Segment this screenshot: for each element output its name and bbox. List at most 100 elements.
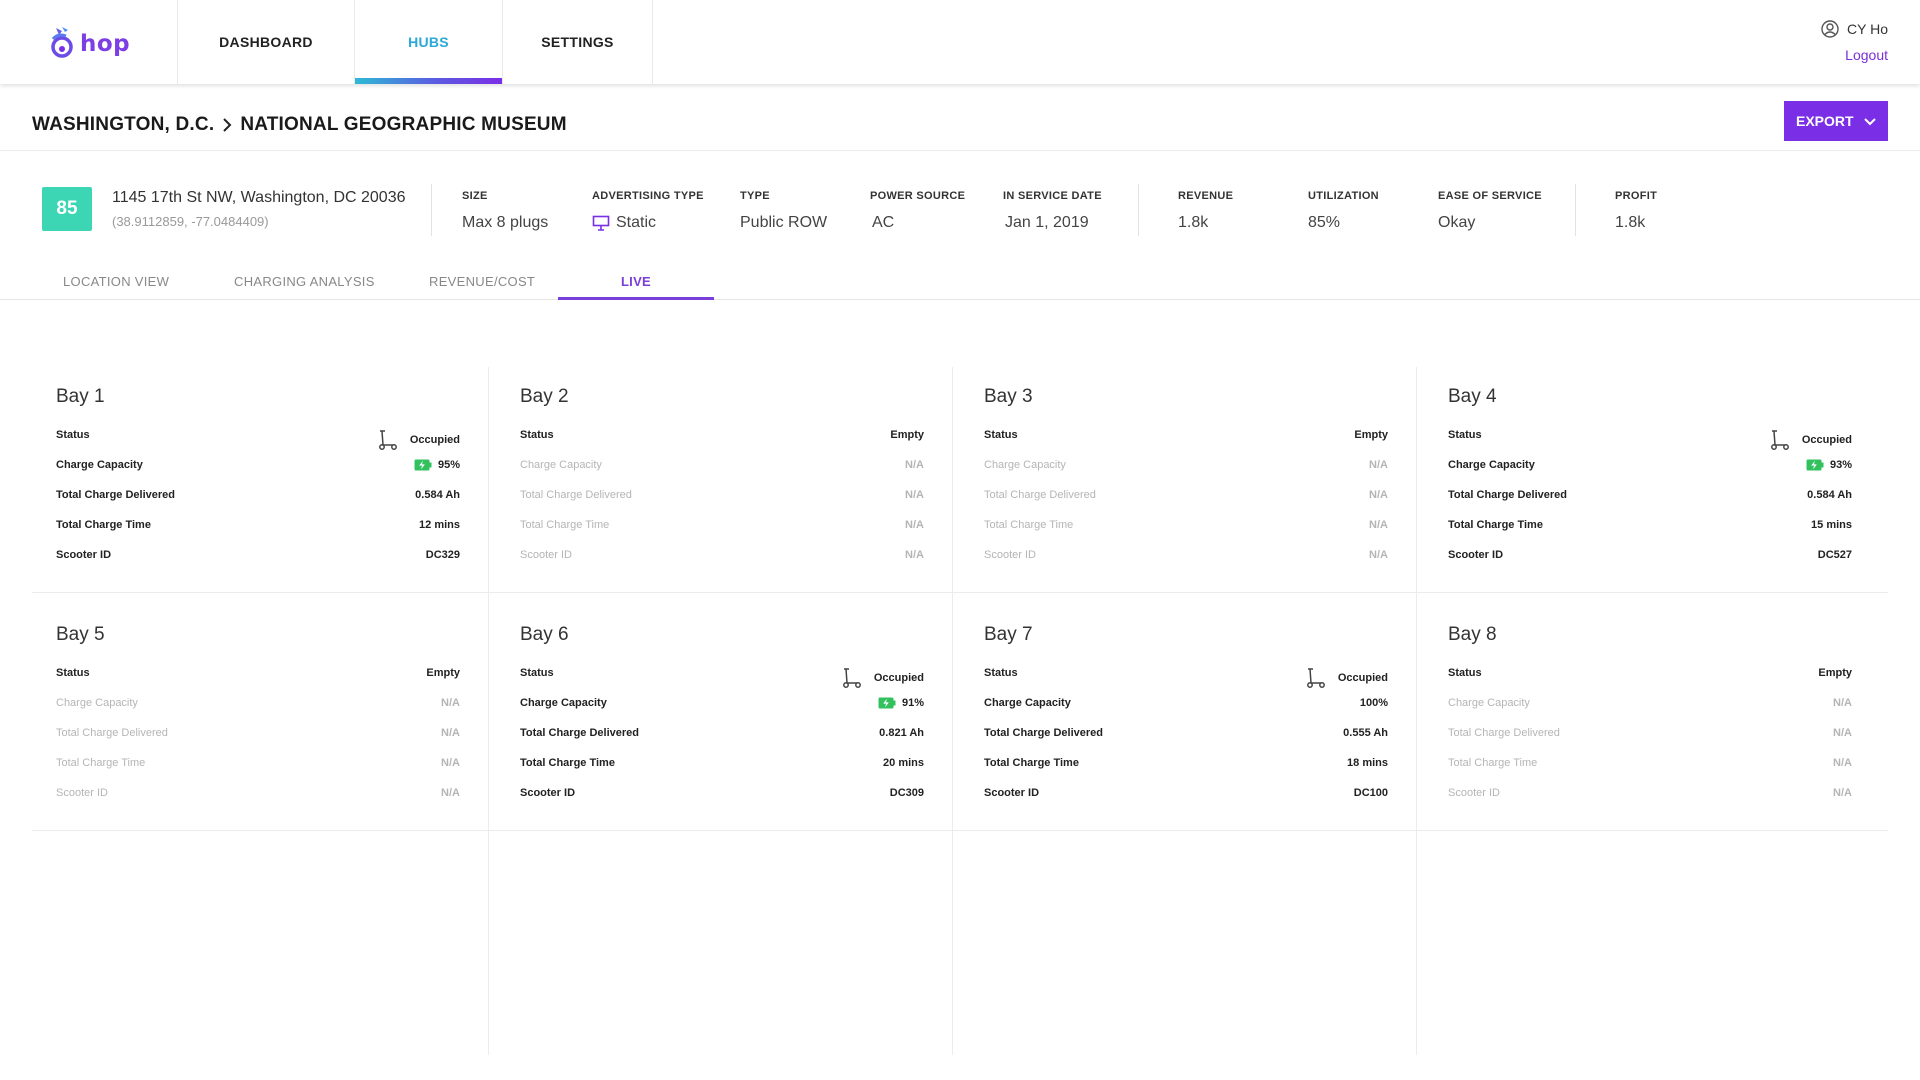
bay-value: 20 mins — [883, 757, 924, 769]
total-charge-delivered-value: 0.821 Ah — [879, 727, 924, 739]
bay-card[interactable]: Bay 1 Status Occupied Charge Capacity 95% Tot… — [56, 386, 460, 586]
bay-row-scooter-id: Scooter ID N/A — [1448, 780, 1852, 810]
breadcrumb: WASHINGTON, D.C. NATIONAL GEOGRAPHIC MUS… — [32, 114, 567, 136]
bay-status-value: Empty — [1818, 667, 1852, 679]
bay-row-total-charge-delivered: Total Charge Delivered 0.584 Ah — [1448, 482, 1852, 512]
scooter-id-value: N/A — [905, 549, 924, 561]
bay-row-scooter-id: Scooter ID N/A — [984, 542, 1388, 572]
total-charge-time-value: 15 mins — [1811, 519, 1852, 531]
bay-value: N/A — [1369, 519, 1388, 531]
scooter-icon — [378, 430, 397, 450]
bay-label: Total Charge Time — [56, 519, 151, 531]
total-charge-delivered-value: N/A — [905, 489, 924, 501]
hub-address: 1145 17th St NW, Washington, DC 20036 — [112, 189, 406, 206]
nav-tab-hubs[interactable]: HUBS — [354, 0, 502, 84]
bay-value: DC527 — [1818, 549, 1852, 561]
bay-status-value: Occupied — [1768, 429, 1852, 451]
bay-card[interactable]: Bay 6 Status Occupied Charge Capacity 91% Tot… — [520, 624, 924, 824]
hop-logo[interactable]: hop — [48, 24, 130, 64]
bay-label: Total Charge Time — [520, 519, 610, 531]
export-button[interactable]: EXPORT — [1784, 101, 1888, 141]
bay-value: 12 mins — [419, 519, 460, 531]
bay-card[interactable]: Bay 2 Status Empty Charge Capacity N/A Total … — [520, 386, 924, 586]
total-charge-time-value: N/A — [905, 519, 924, 531]
nav-tab-dashboard[interactable]: DASHBOARD — [177, 0, 354, 84]
bay-row-charge-capacity: Charge Capacity 95% — [56, 452, 460, 482]
scooter-id-value: DC309 — [889, 787, 924, 799]
charge-capacity-value: N/A — [1369, 459, 1388, 471]
bay-row-charge-capacity: Charge Capacity 91% — [520, 690, 924, 720]
tab-revenue-cost[interactable]: REVENUE/COST — [429, 268, 535, 300]
bay-value: N/A — [441, 787, 460, 799]
grid-divider — [1416, 367, 1417, 1055]
bay-value: N/A — [905, 519, 924, 531]
bay-value: N/A — [905, 489, 924, 501]
stat-advertising-type: ADVERTISING TYPE Static — [592, 190, 704, 232]
bay-value: 91% — [878, 697, 924, 709]
bay-label: Total Charge Delivered — [520, 727, 639, 739]
bay-value: N/A — [1833, 697, 1852, 709]
bay-row-total-charge-time: Total Charge Time N/A — [56, 750, 460, 780]
bay-row-scooter-id: Scooter ID N/A — [56, 780, 460, 810]
tab-live[interactable]: LIVE — [558, 268, 714, 300]
bay-row-total-charge-time: Total Charge Time 12 mins — [56, 512, 460, 542]
bay-label: Scooter ID — [56, 549, 112, 561]
bay-label: Status — [984, 429, 1018, 441]
stat-label: UTILIZATION — [1308, 190, 1379, 202]
bay-label: Charge Capacity — [56, 697, 138, 709]
bay-card[interactable]: Bay 8 Status Empty Charge Capacity N/A Total … — [1448, 624, 1852, 824]
stat-in-service-date: IN SERVICE DATE Jan 1, 2019 — [1003, 190, 1102, 232]
bay-value: N/A — [441, 727, 460, 739]
grid-divider — [32, 830, 1888, 831]
bay-card[interactable]: Bay 7 Status Occupied Charge Capacity 100% To… — [984, 624, 1388, 824]
bay-row-charge-capacity: Charge Capacity N/A — [1448, 690, 1852, 720]
bay-label: Total Charge Time — [520, 757, 615, 769]
bay-row-status: Status Occupied — [1448, 422, 1852, 452]
bay-value: 0.584 Ah — [1807, 489, 1852, 501]
total-charge-time-value: N/A — [1369, 519, 1388, 531]
bay-label: Total Charge Time — [984, 757, 1079, 769]
bay-title: Bay 8 — [1448, 624, 1497, 645]
scooter-id-value: N/A — [1369, 549, 1388, 561]
bay-card[interactable]: Bay 4 Status Occupied Charge Capacity 93% Tot… — [1448, 386, 1852, 586]
bay-label: Status — [520, 429, 554, 441]
bay-card[interactable]: Bay 5 Status Empty Charge Capacity N/A Total … — [56, 624, 460, 824]
bay-value: N/A — [1833, 757, 1852, 769]
scooter-id-value: DC100 — [1353, 787, 1388, 799]
tab-location-view[interactable]: LOCATION VIEW — [63, 268, 169, 300]
bay-label: Scooter ID — [520, 787, 576, 799]
bay-label: Charge Capacity — [520, 459, 602, 471]
stat-value: Jan 1, 2019 — [1005, 214, 1089, 231]
breadcrumb-city[interactable]: WASHINGTON, D.C. — [32, 114, 214, 136]
hub-address-block: 1145 17th St NW, Washington, DC 20036 (3… — [112, 189, 406, 229]
bay-card[interactable]: Bay 3 Status Empty Charge Capacity N/A Total … — [984, 386, 1388, 586]
stat-label: REVENUE — [1178, 190, 1234, 202]
bay-value: N/A — [1369, 489, 1388, 501]
nav-tab-settings[interactable]: SETTINGS — [502, 0, 653, 84]
stat-label: EASE OF SERVICE — [1438, 190, 1542, 202]
total-charge-time-value: 20 mins — [883, 757, 924, 769]
hub-subtabs: LOCATION VIEW CHARGING ANALYSIS REVENUE/… — [0, 268, 1920, 300]
tab-charging-analysis[interactable]: CHARGING ANALYSIS — [234, 268, 375, 300]
bay-value: N/A — [1369, 459, 1388, 471]
hub-coordinates: (38.9112859, -77.0484409) — [112, 214, 269, 229]
scooter-icon — [1306, 668, 1325, 688]
bay-label: Total Charge Delivered — [1448, 489, 1567, 501]
battery-charging-icon — [414, 459, 432, 471]
bay-label: Total Charge Delivered — [520, 489, 632, 501]
chevron-down-icon[interactable] — [1860, 111, 1880, 131]
stat-value-text: Static — [616, 214, 657, 231]
battery-charging-icon — [1806, 459, 1824, 471]
bay-label: Status — [984, 667, 1018, 679]
stat-type: TYPE Public ROW — [740, 190, 827, 232]
bay-label: Status — [56, 667, 90, 679]
scooter-icon — [842, 668, 861, 688]
bay-value: 93% — [1806, 459, 1852, 471]
scooter-id-value: N/A — [441, 787, 460, 799]
bay-value: 18 mins — [1347, 757, 1388, 769]
status-text: Occupied — [1337, 672, 1388, 684]
total-charge-delivered-value: N/A — [1833, 727, 1852, 739]
bay-row-scooter-id: Scooter ID DC309 — [520, 780, 924, 810]
logout-link[interactable]: Logout — [1821, 47, 1888, 63]
top-navbar: hop DASHBOARD HUBS SETTINGS CY Ho Logout — [0, 0, 1920, 84]
